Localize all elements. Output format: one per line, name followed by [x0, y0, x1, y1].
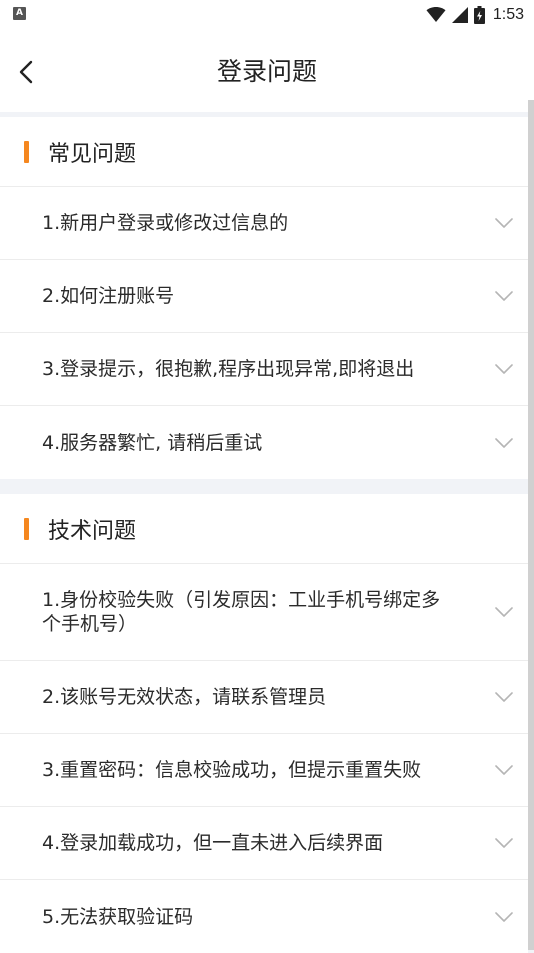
status-time: 1:53 — [492, 6, 524, 23]
battery-icon — [473, 6, 485, 24]
faq-item[interactable]: 1.新用户登录或修改过信息的 — [0, 187, 528, 260]
status-bar: A 1:53 — [0, 0, 534, 32]
chevron-down-icon — [495, 607, 513, 617]
faq-question: 2.该账号无效状态，请联系管理员 — [42, 686, 327, 708]
chevron-down-icon — [495, 291, 513, 301]
section-title: 技术问题 — [48, 518, 137, 544]
chevron-down-icon — [495, 911, 513, 922]
faq-question: 4.服务器繁忙, 请稍后重试 — [42, 431, 263, 454]
wifi-icon — [426, 7, 446, 22]
section-title: 常见问题 — [48, 141, 137, 167]
faq-question: 3.登录提示，很抱歉,程序出现异常,即将退出 — [42, 358, 415, 380]
faq-item[interactable]: 2.如何注册账号 — [0, 260, 528, 333]
faq-item[interactable]: 3.登录提示，很抱歉,程序出现异常,即将退出 — [0, 333, 528, 406]
section-accent-bar — [24, 140, 29, 163]
notification-icon: A — [13, 7, 26, 20]
page-title: 登录问题 — [216, 57, 317, 86]
chevron-down-icon — [495, 692, 513, 702]
scrollbar[interactable] — [528, 100, 534, 950]
faq-question: 1.身份校验失败（引发原因：工业手机号绑定多个手机号） — [42, 589, 441, 635]
chevron-down-icon — [495, 838, 513, 848]
section-header: 技术问题 — [0, 494, 528, 564]
section-technical-questions: 技术问题 1.身份校验失败（引发原因：工业手机号绑定多个手机号） 2.该账号无效… — [0, 494, 528, 953]
signal-icon — [451, 7, 468, 23]
chevron-down-icon — [495, 218, 513, 228]
faq-item[interactable]: 2.该账号无效状态，请联系管理员 — [0, 661, 528, 734]
chevron-left-icon — [19, 60, 33, 84]
faq-question: 4.登录加载成功，但一直未进入后续界面 — [42, 832, 384, 854]
chevron-down-icon — [495, 364, 513, 374]
chevron-down-icon — [495, 437, 513, 448]
faq-item[interactable]: 4.登录加载成功，但一直未进入后续界面 — [0, 807, 528, 880]
chevron-down-icon — [495, 765, 513, 775]
faq-list: 常见问题 1.新用户登录或修改过信息的 2.如何注册账号 3.登录提示，很抱歉,… — [0, 117, 528, 953]
faq-question: 5.无法获取验证码 — [42, 905, 194, 928]
top-app-bar: 登录问题 — [0, 32, 534, 112]
faq-item[interactable]: 1.身份校验失败（引发原因：工业手机号绑定多个手机号） — [0, 564, 528, 661]
section-header: 常见问题 — [0, 117, 528, 187]
faq-question: 2.如何注册账号 — [42, 285, 175, 307]
faq-question: 1.新用户登录或修改过信息的 — [42, 212, 289, 234]
section-accent-bar — [24, 517, 29, 540]
back-button[interactable] — [6, 52, 46, 92]
faq-item[interactable]: 5.无法获取验证码 — [0, 880, 528, 953]
faq-item[interactable]: 4.服务器繁忙, 请稍后重试 — [0, 406, 528, 479]
status-icons: 1:53 — [426, 4, 524, 26]
faq-question: 3.重置密码：信息校验成功，但提示重置失败 — [42, 759, 422, 781]
section-common-questions: 常见问题 1.新用户登录或修改过信息的 2.如何注册账号 3.登录提示，很抱歉,… — [0, 117, 528, 479]
faq-item[interactable]: 3.重置密码：信息校验成功，但提示重置失败 — [0, 734, 528, 807]
